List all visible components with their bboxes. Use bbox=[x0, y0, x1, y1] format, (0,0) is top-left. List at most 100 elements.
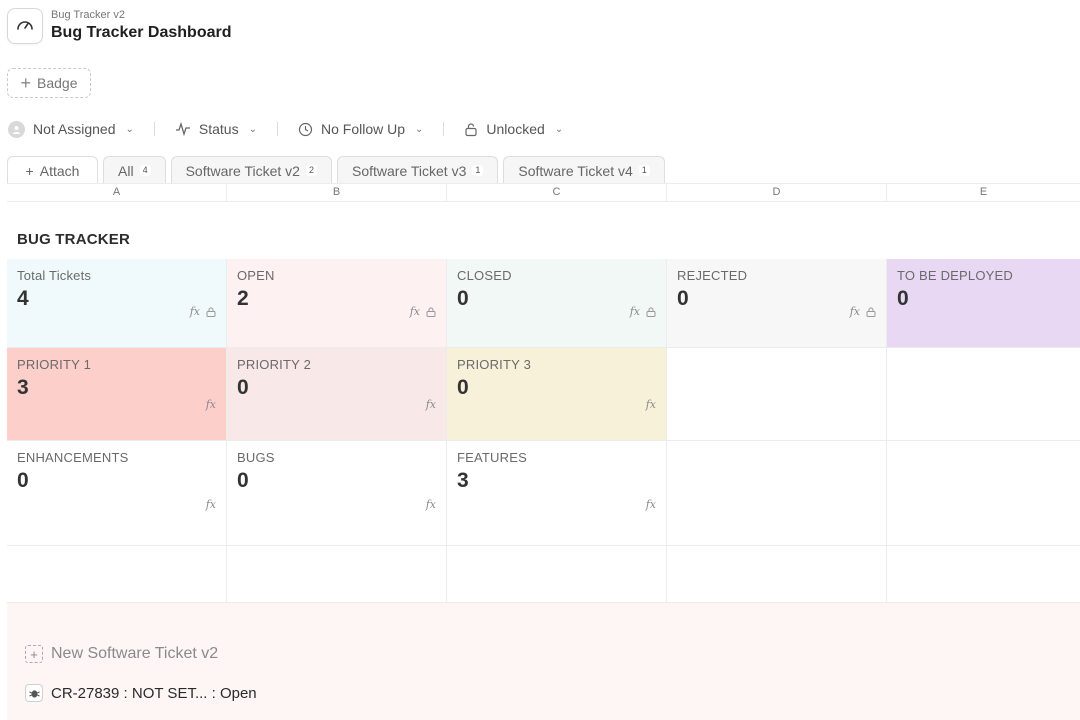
stat-cell-priority-1[interactable]: PRIORITY 1 3 fx bbox=[7, 348, 227, 440]
new-ticket-button[interactable]: + New Software Ticket v2 bbox=[25, 645, 218, 663]
stat-cell-total-tickets[interactable]: Total Tickets 4 fx bbox=[7, 259, 227, 347]
stat-value: 2 bbox=[237, 287, 249, 310]
page-title: Bug Tracker Dashboard bbox=[51, 24, 232, 41]
plus-icon: + bbox=[20, 73, 32, 93]
tab-count: 2 bbox=[305, 165, 317, 176]
assignee-filter[interactable]: Not Assigned ⌄ bbox=[8, 120, 134, 138]
stat-label: BUGS bbox=[237, 450, 275, 465]
stat-value: 0 bbox=[457, 287, 469, 310]
empty-cell[interactable] bbox=[887, 441, 1080, 545]
formula-icon: fx bbox=[205, 498, 216, 511]
column-header-c[interactable]: C bbox=[447, 184, 667, 201]
stat-label: CLOSED bbox=[457, 268, 512, 283]
chevron-down-icon: ⌄ bbox=[415, 123, 424, 135]
formula-icon: fx bbox=[645, 398, 656, 411]
formula-icon: fx bbox=[425, 398, 436, 411]
empty-cell[interactable] bbox=[7, 546, 227, 602]
activity-icon bbox=[175, 122, 190, 136]
attach-label: Attach bbox=[39, 162, 80, 179]
chevron-down-icon: ⌄ bbox=[125, 123, 134, 135]
ticket-item[interactable]: CR-27839 : NOT SET... : Open bbox=[25, 684, 257, 702]
empty-cell[interactable] bbox=[667, 441, 887, 545]
lock-filter-label: Unlocked bbox=[486, 121, 545, 137]
column-header-a[interactable]: A bbox=[7, 184, 227, 201]
empty-cell[interactable] bbox=[227, 546, 447, 602]
gauge-icon[interactable] bbox=[7, 8, 43, 44]
bug-icon bbox=[25, 684, 43, 702]
stat-cell-rejected[interactable]: REJECTED 0 fx bbox=[667, 259, 887, 347]
stat-cell-open[interactable]: OPEN 2 fx bbox=[227, 259, 447, 347]
stat-label: FEATURES bbox=[457, 450, 527, 465]
lock-icon bbox=[866, 307, 876, 317]
stat-label: PRIORITY 3 bbox=[457, 357, 532, 372]
filter-bar: Not Assigned ⌄ Status ⌄ No Follow Up ⌄ U… bbox=[8, 117, 563, 141]
empty-cell[interactable] bbox=[667, 546, 887, 602]
tab-bar: + Attach All 4 Software Ticket v2 2 Soft… bbox=[7, 156, 665, 184]
empty-cell[interactable] bbox=[667, 348, 887, 440]
stat-cell-priority-2[interactable]: PRIORITY 2 0 fx bbox=[227, 348, 447, 440]
column-header-d[interactable]: D bbox=[667, 184, 887, 201]
tab-count: 1 bbox=[638, 165, 650, 176]
stat-cell-closed[interactable]: CLOSED 0 fx bbox=[447, 259, 667, 347]
stat-label: Total Tickets bbox=[17, 268, 92, 283]
grid-row: PRIORITY 1 3 fx PRIORITY 2 0 fx PRIORITY… bbox=[7, 348, 1080, 441]
assignee-filter-label: Not Assigned bbox=[33, 121, 116, 137]
plus-icon: + bbox=[25, 645, 43, 663]
tab-label: Software Ticket v4 bbox=[518, 162, 633, 179]
tab-label: Software Ticket v3 bbox=[351, 162, 467, 179]
grid-row: Total Tickets 4 fx OPEN 2 fx CLOSED 0 fx… bbox=[7, 259, 1080, 348]
tab-software-ticket-v3[interactable]: Software Ticket v3 1 bbox=[336, 156, 499, 184]
stat-label: REJECTED bbox=[677, 268, 748, 283]
formula-icon: fx bbox=[849, 305, 860, 318]
tab-count: 1 bbox=[472, 165, 484, 176]
stat-value: 3 bbox=[457, 469, 469, 492]
stat-label: PRIORITY 1 bbox=[17, 357, 92, 372]
stat-cell-priority-3[interactable]: PRIORITY 3 0 fx bbox=[447, 348, 667, 440]
formula-icon: fx bbox=[409, 305, 420, 318]
user-avatar-icon bbox=[8, 120, 25, 138]
stat-cell-enhancements[interactable]: ENHANCEMENTS 0 fx bbox=[7, 441, 227, 545]
formula-icon: fx bbox=[629, 305, 640, 318]
follow-up-filter-label: No Follow Up bbox=[320, 121, 406, 137]
status-filter-label: Status bbox=[198, 121, 239, 137]
dashboard-grid: Total Tickets 4 fx OPEN 2 fx CLOSED 0 fx… bbox=[7, 259, 1080, 603]
tab-label: All bbox=[118, 162, 134, 179]
formula-icon: fx bbox=[645, 498, 656, 511]
tab-all[interactable]: All 4 bbox=[103, 156, 166, 184]
stat-cell-bugs[interactable]: BUGS 0 fx bbox=[227, 441, 447, 545]
lock-icon bbox=[465, 122, 478, 136]
stat-cell-features[interactable]: FEATURES 3 fx bbox=[447, 441, 667, 545]
formula-icon: fx bbox=[425, 498, 436, 511]
stat-label: OPEN bbox=[237, 268, 275, 283]
stat-value: 3 bbox=[17, 376, 29, 399]
stat-value: 0 bbox=[457, 376, 469, 399]
stat-label: ENHANCEMENTS bbox=[17, 450, 129, 465]
stat-value: 0 bbox=[677, 287, 689, 310]
column-header-b[interactable]: B bbox=[227, 184, 447, 201]
tab-software-ticket-v4[interactable]: Software Ticket v4 1 bbox=[503, 156, 665, 184]
plus-icon: + bbox=[25, 162, 34, 179]
lock-filter[interactable]: Unlocked ⌄ bbox=[464, 121, 563, 137]
grid-row bbox=[7, 546, 1080, 603]
stat-value: 4 bbox=[17, 287, 29, 310]
tab-label: Software Ticket v2 bbox=[185, 162, 300, 179]
empty-cell[interactable] bbox=[887, 348, 1080, 440]
stat-cell-to-be-deployed[interactable]: TO BE DEPLOYED 0 bbox=[887, 259, 1080, 347]
app-header: Bug Tracker v2 Bug Tracker Dashboard bbox=[7, 6, 232, 46]
add-badge-button[interactable]: + Badge bbox=[7, 68, 91, 98]
stat-value: 0 bbox=[237, 469, 249, 492]
stat-label: TO BE DEPLOYED bbox=[897, 268, 1013, 283]
stat-label: PRIORITY 2 bbox=[237, 357, 312, 372]
follow-up-filter[interactable]: No Follow Up ⌄ bbox=[298, 121, 423, 137]
status-filter[interactable]: Status ⌄ bbox=[175, 121, 257, 137]
empty-cell[interactable] bbox=[447, 546, 667, 602]
empty-cell[interactable] bbox=[887, 546, 1080, 602]
tab-software-ticket-v2[interactable]: Software Ticket v2 2 bbox=[170, 156, 332, 184]
app-subtitle: Bug Tracker v2 bbox=[51, 9, 125, 21]
badge-label: Badge bbox=[37, 75, 78, 91]
column-header-e[interactable]: E bbox=[887, 184, 1080, 201]
column-header-row: A B C D E bbox=[7, 183, 1080, 202]
tab-count: 4 bbox=[139, 165, 151, 176]
attach-button[interactable]: + Attach bbox=[7, 156, 98, 184]
ticket-title: CR-27839 : NOT SET... : Open bbox=[51, 684, 257, 702]
